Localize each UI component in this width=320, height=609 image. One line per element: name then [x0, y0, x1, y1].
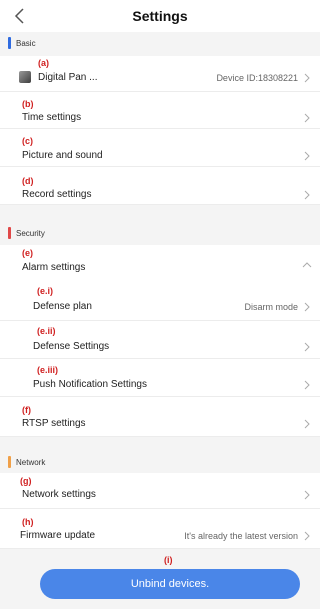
page-title: Settings [132, 8, 188, 24]
picture-sound-label: Picture and sound [22, 150, 103, 161]
section-label: Network [16, 458, 46, 467]
chevron-right-icon [304, 190, 310, 200]
section-basic: Basic [0, 34, 320, 54]
network-settings-row[interactable]: (g) Network settings [0, 473, 320, 509]
annotation-tag: (a) [38, 58, 49, 68]
chevron-right-icon [304, 490, 310, 500]
chevron-right-icon [304, 113, 310, 123]
defense-settings-row[interactable]: (e.ii) Defense Settings [0, 321, 320, 359]
device-name: Digital Pan ... [38, 72, 98, 83]
push-notification-label: Push Notification Settings [33, 379, 147, 390]
defense-plan-row[interactable]: (e.i) Defense plan Disarm mode [0, 283, 320, 321]
chevron-right-icon [304, 342, 310, 352]
annotation-tag: (g) [20, 476, 32, 486]
picture-sound-row[interactable]: (c) Picture and sound [0, 129, 320, 167]
annotation-tag: (c) [22, 136, 33, 146]
annotation-tag: (b) [22, 99, 34, 109]
push-notification-row[interactable]: (e.iii) Push Notification Settings [0, 359, 320, 397]
top-bar: Settings [0, 0, 320, 32]
defense-plan-value: Disarm mode [244, 302, 298, 312]
chevron-right-icon [304, 302, 310, 312]
chevron-up-icon [302, 262, 312, 268]
annotation-tag: (h) [22, 517, 34, 527]
section-accent-network [8, 456, 11, 468]
defense-plan-label: Defense plan [33, 301, 92, 312]
chevron-right-icon [304, 73, 310, 83]
firmware-status: It's already the latest version [184, 531, 298, 541]
section-security: Security [0, 222, 320, 244]
annotation-tag: (e.iii) [37, 365, 59, 375]
chevron-right-icon [304, 531, 310, 541]
annotation-tag: (e.ii) [37, 326, 56, 336]
rtsp-settings-row[interactable]: (f) RTSP settings [0, 397, 320, 437]
record-settings-label: Record settings [22, 189, 92, 200]
firmware-update-label: Firmware update [20, 530, 96, 541]
defense-settings-label: Defense Settings [33, 341, 110, 352]
chevron-right-icon [304, 151, 310, 161]
device-id: Device ID:18308221 [216, 73, 298, 83]
firmware-update-row[interactable]: (h) Firmware update It's already the lat… [0, 509, 320, 549]
annotation-tag: (e.i) [37, 286, 54, 296]
section-label: Basic [16, 39, 36, 48]
annotation-tag: (i) [164, 555, 173, 565]
section-network: Network [0, 452, 320, 472]
annotation-tag: (d) [22, 176, 34, 186]
time-settings-label: Time settings [22, 112, 82, 123]
chevron-right-icon [304, 419, 310, 429]
record-settings-row[interactable]: (d) Record settings [0, 167, 320, 205]
annotation-tag: (e) [22, 248, 33, 258]
section-label: Security [16, 229, 45, 238]
network-settings-label: Network settings [22, 489, 96, 500]
unbind-devices-button[interactable]: Unbind devices. [40, 569, 300, 599]
time-settings-row[interactable]: (b) Time settings [0, 92, 320, 129]
section-accent-basic [8, 37, 11, 49]
alarm-settings-label: Alarm settings [22, 262, 86, 273]
device-thumbnail [19, 71, 31, 83]
chevron-right-icon [304, 380, 310, 390]
alarm-settings-row[interactable]: (e) Alarm settings [0, 245, 320, 283]
device-row[interactable]: (a) Digital Pan ... Device ID:18308221 [0, 56, 320, 92]
annotation-tag: (f) [22, 405, 31, 415]
rtsp-settings-label: RTSP settings [22, 418, 86, 429]
section-accent-security [8, 227, 11, 239]
